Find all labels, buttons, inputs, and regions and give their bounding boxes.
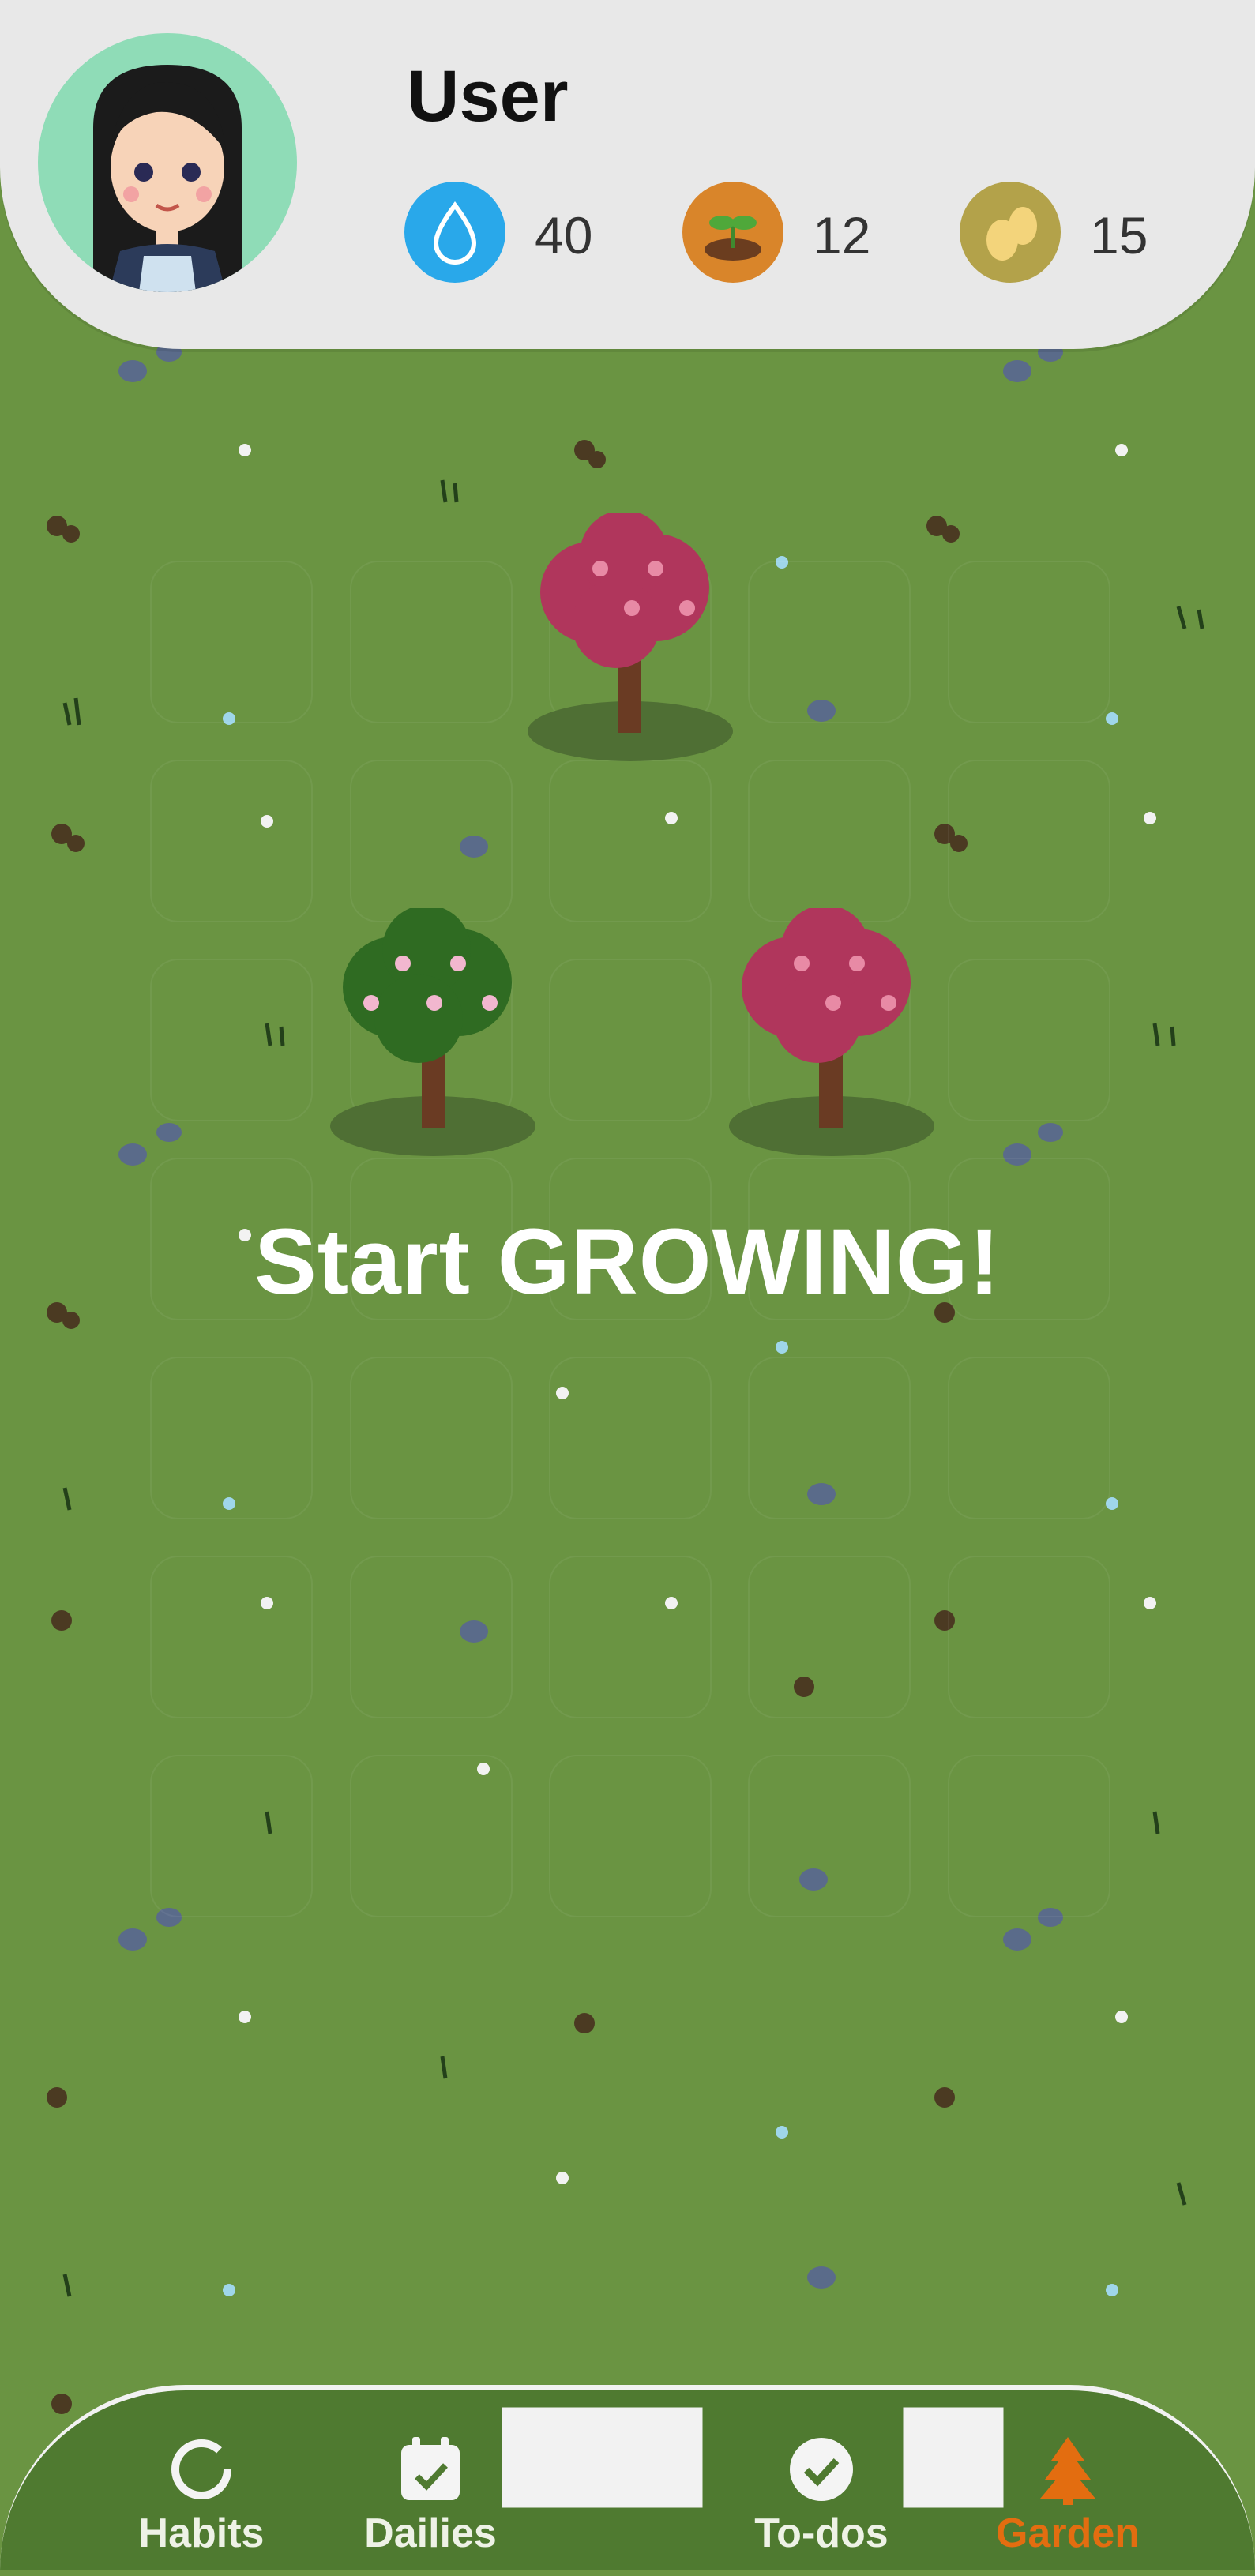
garden-plot-tile[interactable] (549, 1755, 712, 1917)
pixel-girl-avatar-icon (93, 65, 242, 292)
cherry-tree-1[interactable] (521, 513, 750, 766)
garden-plot-tile[interactable] (748, 1556, 911, 1718)
garden-plot-tile[interactable] (948, 760, 1110, 922)
garden-plot-tile[interactable] (948, 561, 1110, 723)
garden-plot-tile[interactable] (748, 1357, 911, 1519)
checkmark-circle-icon (786, 2434, 857, 2505)
garden-headline: Start GROWING! (254, 1210, 1001, 1314)
habits-ring-icon (166, 2434, 237, 2505)
garden-plot-tile[interactable] (549, 760, 712, 922)
nav-dailies[interactable]: Dailies (336, 2434, 525, 2576)
tree-icon (1032, 2434, 1103, 2505)
nav-habits[interactable]: Habits (107, 2434, 296, 2576)
seeds-count: 12 (813, 206, 871, 265)
garden-plot-tile[interactable] (150, 760, 313, 922)
garden-plot-tile[interactable] (748, 1755, 911, 1917)
garden-plot-tile[interactable] (350, 760, 513, 922)
garden-plot-tile[interactable] (150, 1556, 313, 1718)
garden-plot-tile[interactable] (150, 959, 313, 1121)
garden-plot-tile[interactable] (549, 959, 712, 1121)
garden-plot-tile[interactable] (350, 1755, 513, 1917)
nav-garden[interactable]: Garden (973, 2434, 1163, 2576)
garden-plot-tile[interactable] (948, 959, 1110, 1121)
water-drop-icon (404, 182, 505, 283)
garden-plot-tile[interactable] (748, 561, 911, 723)
cherry-tree-2[interactable] (723, 908, 952, 1161)
garden-plot-tile[interactable] (549, 1357, 712, 1519)
garden-plot-tile[interactable] (748, 760, 911, 922)
garden-plot-tile[interactable] (350, 561, 513, 723)
garden-plot-tile[interactable] (948, 1556, 1110, 1718)
eggs-icon (960, 182, 1061, 283)
avatar[interactable] (38, 33, 297, 292)
garden-plot-tile[interactable] (350, 1556, 513, 1718)
garden-plot-tile[interactable] (150, 1755, 313, 1917)
garden-plot-tile[interactable] (150, 561, 313, 723)
garden-plot-tile[interactable] (150, 1357, 313, 1519)
garden-plot-tile[interactable] (350, 1357, 513, 1519)
green-blossom-tree[interactable] (324, 908, 553, 1161)
username: User (407, 56, 569, 137)
bottom-navigation: Habits Dailies To-dos Garden (0, 2385, 1255, 2570)
water-count: 40 (535, 206, 593, 265)
sprout-icon (682, 182, 783, 283)
calendar-check-icon (395, 2434, 466, 2505)
garden-plot-tile[interactable] (948, 1357, 1110, 1519)
coins-count: 15 (1090, 206, 1148, 265)
profile-header: User 40 12 15 (0, 0, 1255, 349)
nav-todos[interactable]: To-dos (727, 2434, 916, 2576)
garden-plot-tile[interactable] (549, 1556, 712, 1718)
garden-plot-tile[interactable] (948, 1755, 1110, 1917)
